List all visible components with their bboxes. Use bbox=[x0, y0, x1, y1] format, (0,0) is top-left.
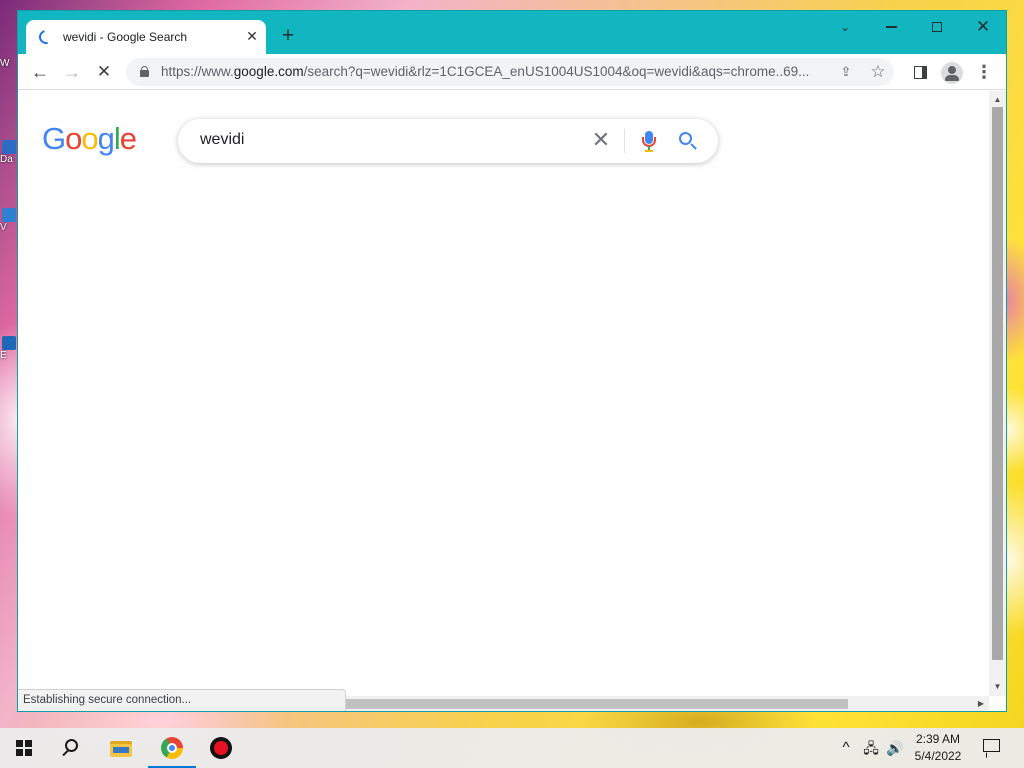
search-icon[interactable] bbox=[678, 131, 698, 151]
desktop-icon[interactable]: E bbox=[0, 336, 16, 370]
app-icon bbox=[2, 140, 16, 154]
app-icon bbox=[2, 336, 16, 350]
loading-spinner-icon bbox=[36, 27, 56, 47]
close-window-button[interactable]: ✕ bbox=[960, 14, 1006, 42]
microphone-icon[interactable] bbox=[642, 131, 656, 153]
stop-loading-button[interactable]: ✕ bbox=[91, 59, 117, 85]
scroll-down-icon[interactable]: ▼ bbox=[989, 680, 1006, 694]
new-tab-button[interactable]: + bbox=[276, 25, 300, 49]
url-path: /search?q=wevidi&rlz=1C1GCEA_enUS1004US1… bbox=[303, 64, 810, 79]
desktop-icon-label: V bbox=[0, 222, 7, 233]
profile-avatar-icon bbox=[941, 61, 963, 84]
tab-search-button[interactable]: ⌄ bbox=[822, 14, 868, 42]
recorder-taskbar-button[interactable] bbox=[198, 728, 246, 768]
tab-close-icon[interactable]: ✕ bbox=[243, 27, 261, 45]
back-button[interactable]: ← bbox=[27, 59, 53, 85]
scrollbar-thumb[interactable] bbox=[344, 699, 848, 709]
clear-search-icon[interactable]: ✕ bbox=[589, 128, 613, 152]
scroll-right-icon[interactable]: ▶ bbox=[974, 696, 988, 711]
browser-toolbar: ← → ✕ https://www.google.com/search?q=we… bbox=[18, 54, 1006, 90]
minimize-icon bbox=[885, 26, 897, 28]
side-panel-button[interactable] bbox=[907, 59, 933, 85]
maximize-button[interactable] bbox=[914, 14, 960, 42]
desktop-icon[interactable]: V bbox=[0, 208, 16, 242]
windows-logo-icon bbox=[16, 740, 32, 756]
bookmark-star-icon[interactable]: ☆ bbox=[869, 62, 887, 82]
tab-title: wevidi - Google Search bbox=[63, 30, 188, 44]
desktop-icon-label: E bbox=[0, 350, 7, 361]
chrome-taskbar-button[interactable] bbox=[148, 728, 196, 768]
notification-icon bbox=[983, 739, 1000, 752]
network-icon[interactable]: 🖧 bbox=[860, 738, 882, 758]
action-center-button[interactable] bbox=[975, 736, 1009, 760]
status-bubble: Establishing secure connection... bbox=[18, 689, 346, 711]
desktop-icon[interactable]: W bbox=[0, 58, 16, 92]
url-host: google.com bbox=[233, 64, 304, 79]
profile-button[interactable] bbox=[939, 59, 965, 85]
start-button[interactable] bbox=[0, 728, 48, 768]
vertical-scrollbar[interactable]: ▲ ▼ bbox=[989, 91, 1006, 696]
search-input[interactable]: wevidi bbox=[200, 131, 244, 149]
clock-time: 2:39 AM bbox=[915, 732, 961, 746]
clock-date: 5/4/2022 bbox=[914, 749, 962, 763]
app-icon bbox=[2, 208, 16, 222]
desktop-icon-label: Da bbox=[0, 154, 13, 165]
address-bar[interactable]: https://www.google.com/search?q=wevidi&r… bbox=[126, 58, 894, 86]
scrollbar-thumb[interactable] bbox=[992, 107, 1003, 660]
taskbar-search-button[interactable] bbox=[48, 728, 96, 768]
chrome-window: wevidi - Google Search ✕ + ⌄ ✕ ← → ✕ htt… bbox=[17, 10, 1007, 712]
page-content: Google wevidi ✕ bbox=[18, 91, 989, 711]
search-box[interactable]: wevidi ✕ bbox=[178, 119, 718, 163]
url-prefix: https://www. bbox=[161, 64, 234, 79]
search-divider bbox=[624, 129, 625, 153]
share-icon[interactable]: ⇪ bbox=[837, 63, 855, 81]
minimize-button[interactable] bbox=[868, 14, 914, 42]
file-explorer-button[interactable] bbox=[98, 728, 146, 768]
side-panel-icon bbox=[913, 66, 927, 80]
browser-tab[interactable]: wevidi - Google Search ✕ bbox=[26, 20, 266, 54]
show-hidden-icons-icon[interactable]: ^ bbox=[836, 738, 856, 758]
google-logo[interactable]: Google bbox=[42, 121, 137, 157]
maximize-icon bbox=[932, 22, 942, 33]
scroll-up-icon[interactable]: ▲ bbox=[989, 93, 1006, 107]
forward-button[interactable]: → bbox=[59, 59, 85, 85]
chrome-menu-button[interactable]: ⋮ bbox=[971, 59, 997, 85]
url-text[interactable]: https://www.google.com/search?q=wevidi&r… bbox=[161, 64, 837, 79]
desktop-icon-label: W bbox=[0, 58, 10, 69]
lock-icon[interactable] bbox=[140, 66, 149, 77]
taskbar-clock[interactable]: 2:39 AM 5/4/2022 bbox=[900, 731, 976, 765]
taskbar: ^ 🖧 🔊 2:39 AM 5/4/2022 bbox=[0, 728, 1024, 768]
title-bar[interactable]: wevidi - Google Search ✕ + ⌄ ✕ bbox=[18, 11, 1006, 54]
desktop-icon[interactable]: Da bbox=[0, 140, 16, 174]
